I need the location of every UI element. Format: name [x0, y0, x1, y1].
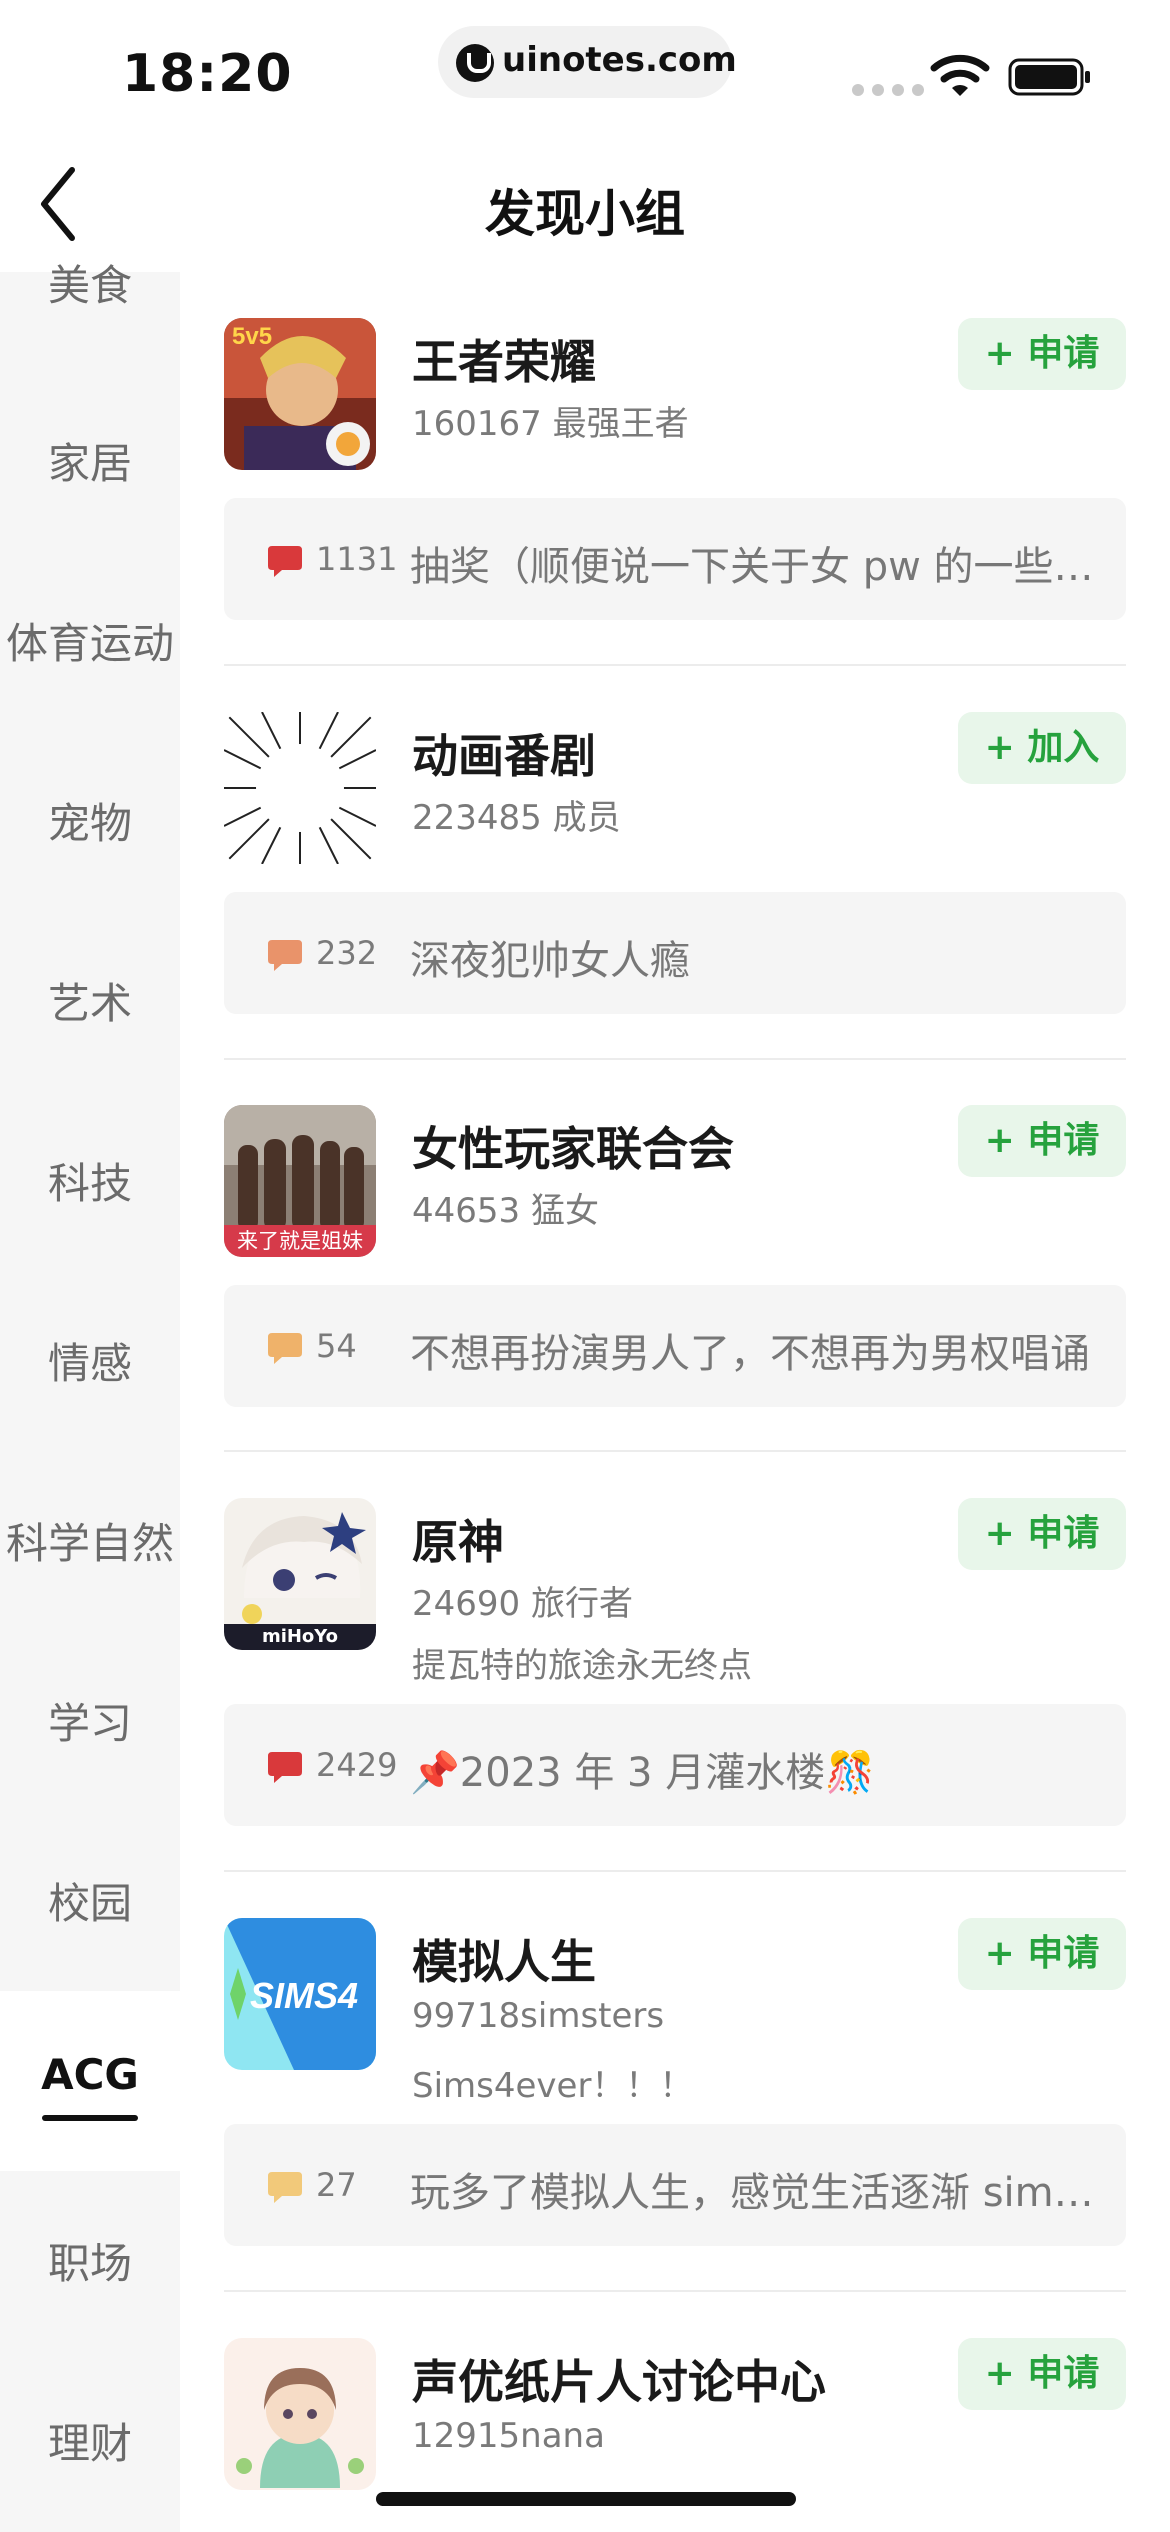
divider — [224, 1870, 1126, 1872]
site-logo-icon — [456, 44, 494, 82]
comment-count: 2429 — [316, 1746, 398, 1784]
comment-count: 27 — [316, 2166, 357, 2204]
group-member-count: 160167 最强王者 — [412, 404, 689, 444]
group-member-count: 24690 旅行者 — [412, 1584, 633, 1624]
group-member-count: 44653 猛女 — [412, 1191, 599, 1231]
group-name: 王者荣耀 — [412, 335, 596, 389]
divider — [224, 664, 1126, 666]
group-description: Sims4ever！！！ — [412, 2066, 694, 2106]
group-avatar: 来了就是姐妹 — [224, 1105, 376, 1257]
comment-count: 54 — [316, 1327, 357, 1365]
group-name: 女性玩家联合会 — [412, 1122, 734, 1176]
hot-post[interactable]: 27 玩多了模拟人生，感觉生活逐渐 sim… — [224, 2124, 1126, 2246]
comment-bubble-icon — [268, 546, 302, 577]
status-time: 18:20 — [122, 44, 293, 104]
group-avatar: miHoYo — [224, 1498, 376, 1650]
sidebar-item-campus[interactable]: 校园 — [0, 1870, 180, 1931]
hot-post[interactable]: 1131 抽奖（顺便说一下关于女 pw 的一些… — [224, 498, 1126, 620]
url-text: uinotes.com — [502, 40, 737, 80]
apply-button[interactable]: + 申请 — [958, 318, 1126, 390]
comment-bubble-icon — [268, 940, 302, 971]
group-avatar — [224, 2338, 376, 2490]
group-name: 模拟人生 — [412, 1935, 596, 1989]
apply-button[interactable]: + 申请 — [958, 1105, 1126, 1177]
svg-text:5v5: 5v5 — [232, 323, 272, 350]
divider — [224, 1450, 1126, 1452]
apply-button[interactable]: + 申请 — [958, 1498, 1126, 1570]
group-avatar: 5v5 — [224, 318, 376, 470]
sidebar-item-emotion[interactable]: 情感 — [0, 1330, 180, 1391]
group-avatar: SIMS4 — [224, 1918, 376, 2070]
sidebar-item-art[interactable]: 艺术 — [0, 970, 180, 1031]
hot-post[interactable]: 232 深夜犯帅女人瘾 — [224, 892, 1126, 1014]
wifi-icon — [930, 54, 990, 96]
post-title: 深夜犯帅女人瘾 — [410, 938, 690, 984]
comment-count: 232 — [316, 934, 378, 972]
group-member-count: 99718simsters — [412, 1996, 665, 2036]
post-title: 玩多了模拟人生，感觉生活逐渐 sim… — [410, 2170, 1094, 2216]
page-title: 发现小组 — [485, 185, 685, 243]
comment-bubble-icon — [268, 2172, 302, 2203]
sidebar-active-indicator — [42, 2115, 138, 2121]
comment-bubble-icon — [268, 1752, 302, 1783]
comment-count: 1131 — [316, 540, 398, 578]
sidebar-item-pets[interactable]: 宠物 — [0, 790, 180, 851]
apply-button[interactable]: + 申请 — [958, 1918, 1126, 1990]
hot-post[interactable]: 54 不想再扮演男人了，不想再为男权唱诵 — [224, 1285, 1126, 1407]
divider — [224, 1058, 1126, 1060]
group-member-count: 12915nana — [412, 2416, 605, 2456]
group-description: 提瓦特的旅途永无终点 — [412, 1646, 752, 1686]
avatar-caption: miHoYo — [261, 1626, 339, 1647]
sidebar-item-tech[interactable]: 科技 — [0, 1150, 180, 1211]
sidebar-item-food[interactable]: 美食 — [0, 252, 180, 313]
group-member-count: 223485 成员 — [412, 798, 621, 838]
hot-post[interactable]: 2429 📌2023 年 3 月灌水楼🎊 — [224, 1704, 1126, 1826]
apply-button[interactable]: + 申请 — [958, 2338, 1126, 2410]
post-title: 不想再扮演男人了，不想再为男权唱诵 — [410, 1331, 1090, 1377]
home-indicator — [376, 2492, 796, 2506]
sidebar-item-career[interactable]: 职场 — [0, 2230, 180, 2291]
join-button[interactable]: + 加入 — [958, 712, 1126, 784]
group-name: 声优纸片人讨论中心 — [412, 2355, 826, 2409]
comment-bubble-icon — [268, 1333, 302, 1364]
sidebar-item-study[interactable]: 学习 — [0, 1690, 180, 1751]
group-name: 动画番剧 — [412, 729, 596, 783]
sidebar-item-acg[interactable]: ACG — [0, 2050, 180, 2099]
divider — [224, 2290, 1126, 2292]
sidebar-item-sports[interactable]: 体育运动 — [0, 610, 180, 671]
svg-text:SIMS4: SIMS4 — [250, 1975, 358, 2016]
battery-icon — [1008, 58, 1090, 96]
post-title: 抽奖（顺便说一下关于女 pw 的一些… — [410, 544, 1094, 590]
post-title: 📌2023 年 3 月灌水楼🎊 — [410, 1750, 875, 1796]
cellular-signal-icon — [852, 84, 924, 96]
sidebar-item-science[interactable]: 科学自然 — [0, 1510, 180, 1571]
sidebar-item-finance[interactable]: 理财 — [0, 2410, 180, 2471]
sidebar-item-home[interactable]: 家居 — [0, 430, 180, 491]
group-name: 原神 — [412, 1515, 504, 1569]
avatar-caption: 来了就是姐妹 — [237, 1229, 363, 1253]
group-avatar — [224, 712, 376, 864]
